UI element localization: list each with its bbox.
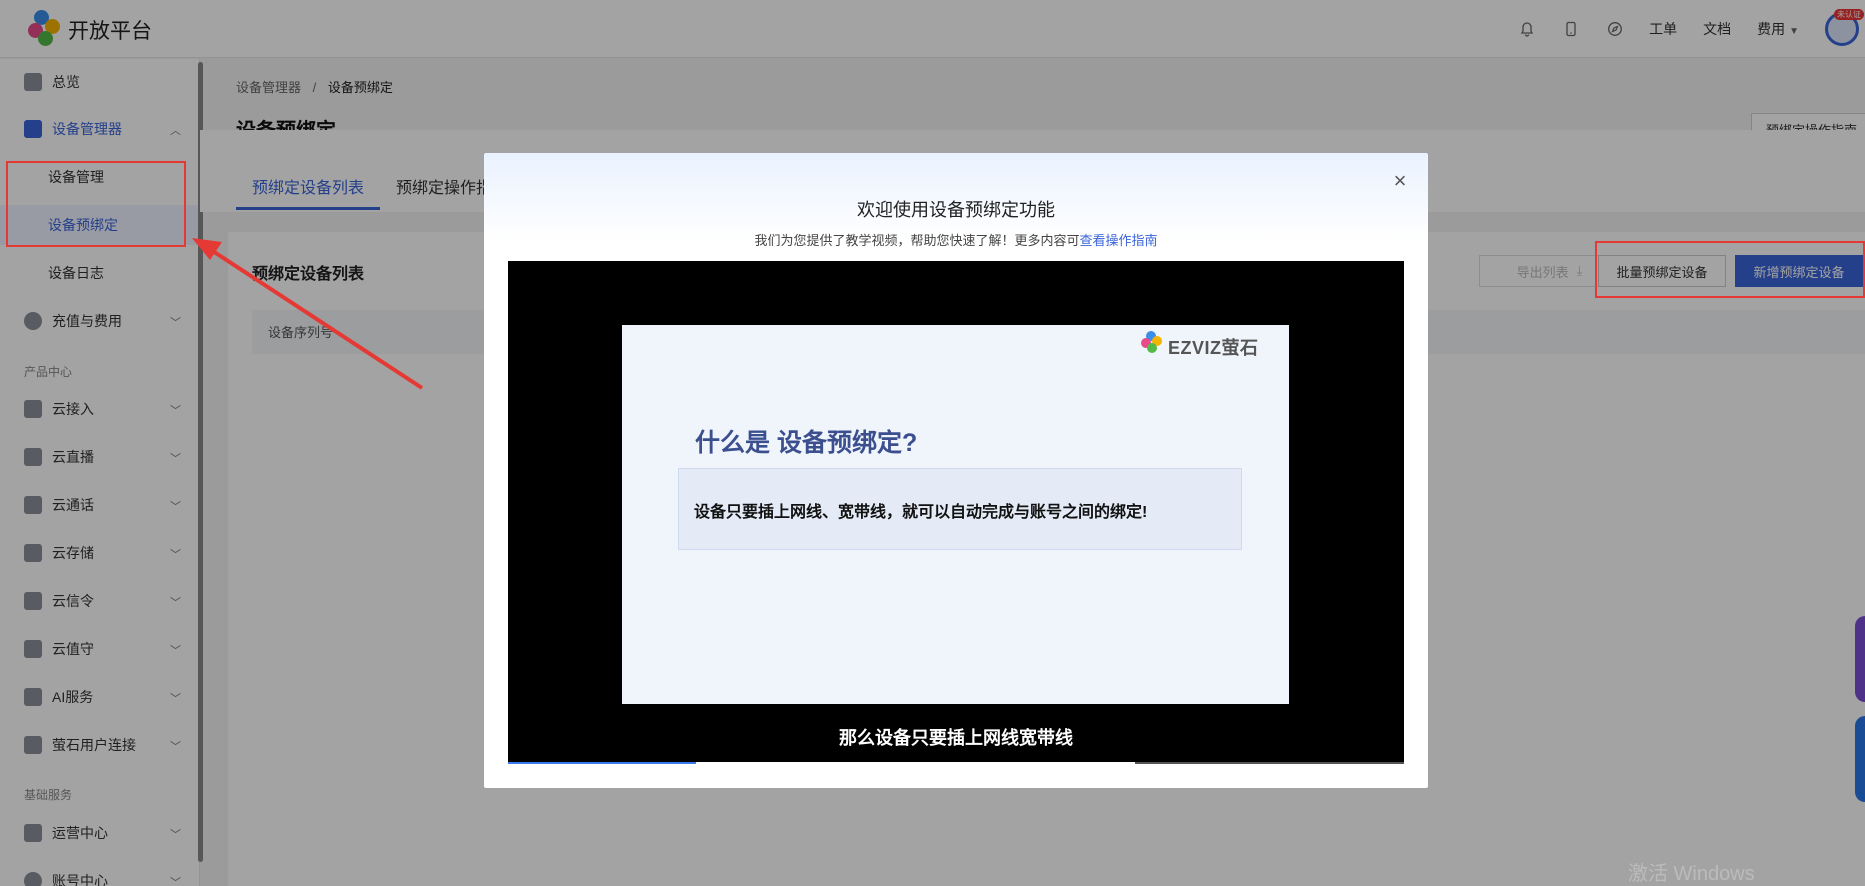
modal-title: 欢迎使用设备预绑定功能 <box>857 200 1055 220</box>
slide-question: 什么是 设备预绑定? <box>695 429 918 457</box>
video-caption: 那么设备只要插上网线宽带线 <box>839 728 1073 748</box>
annotation-box-sidebar <box>6 161 186 247</box>
slide-statement: 设备只要插上网线、宽带线，就可以自动完成与账号之间的绑定! <box>694 504 1148 521</box>
ezviz-logo <box>1140 331 1162 353</box>
windows-activation-watermark: 激活 Windows <box>1628 863 1755 885</box>
annotation-box-buttons <box>1595 241 1865 298</box>
close-icon[interactable]: × <box>1391 170 1409 192</box>
video-progress-fill <box>508 762 696 764</box>
video-progress-buffer <box>696 762 1135 764</box>
modal-subtitle-text: 我们为您提供了教学视频，帮助您快速了解！更多内容可 <box>754 233 1080 248</box>
modal-subtitle: 我们为您提供了教学视频，帮助您快速了解！更多内容可查看操作指南 <box>484 230 1428 249</box>
view-guide-link[interactable]: 查看操作指南 <box>1080 233 1158 248</box>
ezviz-brand: EZVIZ萤石 <box>1168 338 1259 358</box>
